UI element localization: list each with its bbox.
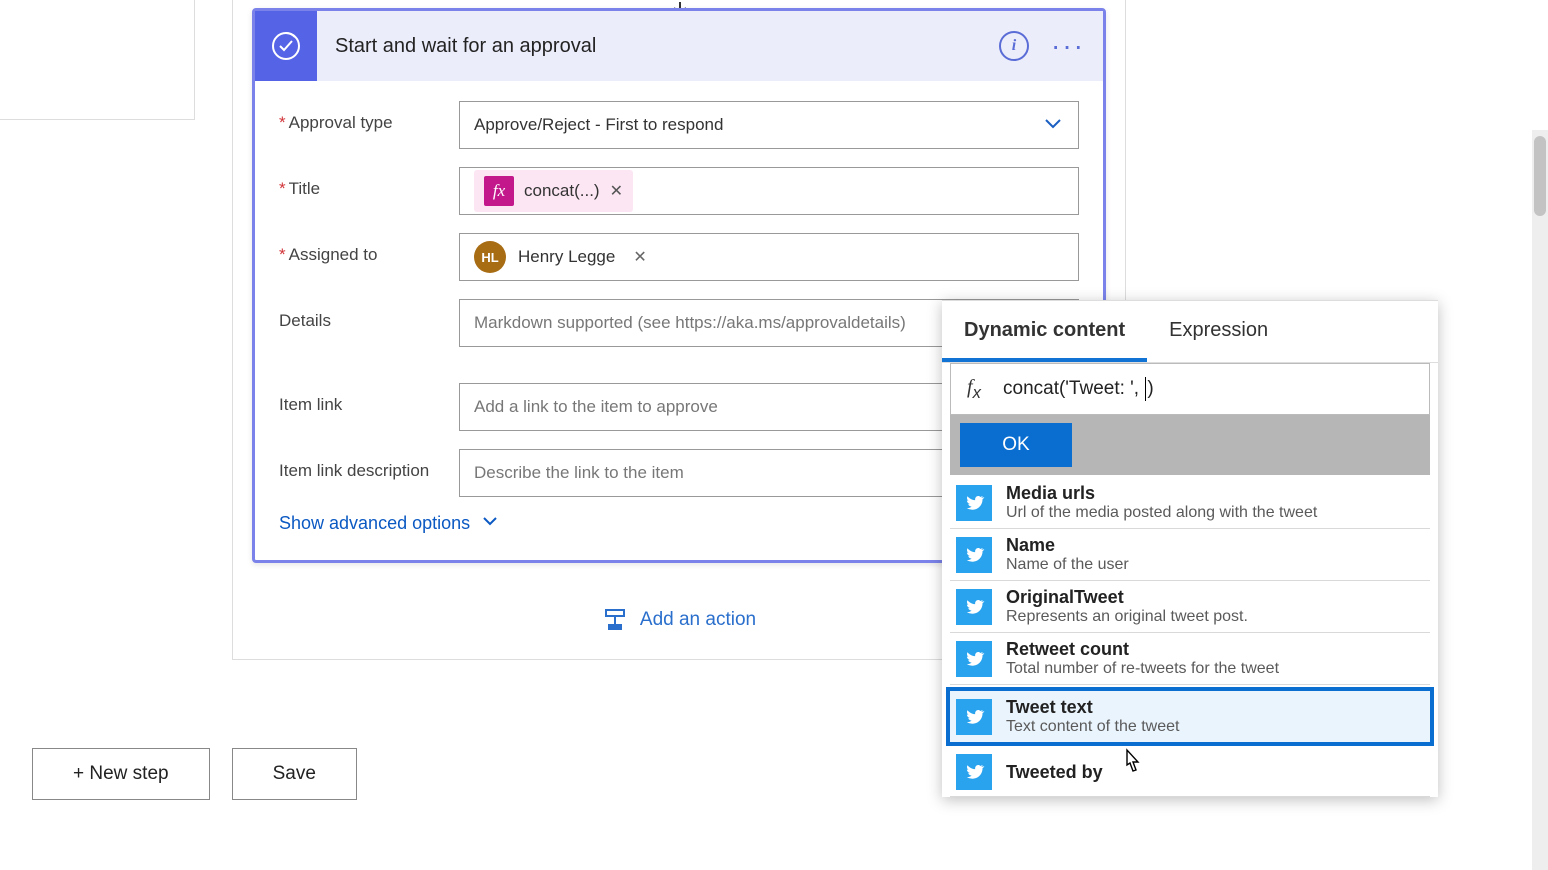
item-link-desc-label: Item link description — [279, 461, 429, 480]
fx-icon: fx — [951, 376, 997, 403]
scrollbar[interactable] — [1532, 130, 1548, 870]
avatar: HL — [474, 241, 506, 273]
dynamic-content-item[interactable]: OriginalTweetRepresents an original twee… — [950, 581, 1430, 633]
dc-item-desc: Represents an original tweet post. — [1006, 608, 1248, 626]
item-link-label: Item link — [279, 395, 342, 414]
assigned-to-row: *Assigned to HL Henry Legge ✕ — [279, 233, 1079, 281]
dynamic-content-item[interactable]: Retweet countTotal number of re-tweets f… — [950, 633, 1430, 685]
scrollbar-thumb[interactable] — [1534, 136, 1546, 216]
dc-item-title: Retweet count — [1006, 639, 1279, 660]
approval-type-label: Approval type — [289, 113, 393, 132]
save-button[interactable]: Save — [232, 748, 357, 800]
show-advanced-options-link[interactable]: Show advanced options — [279, 507, 500, 542]
twitter-icon — [956, 485, 992, 521]
info-icon[interactable]: i — [999, 31, 1029, 61]
left-panel-fragment — [0, 0, 195, 120]
dc-item-desc: Total number of re-tweets for the tweet — [1006, 660, 1279, 678]
item-link-placeholder: Add a link to the item to approve — [474, 397, 718, 417]
dynamic-content-list: Media urlsUrl of the media posted along … — [942, 475, 1438, 797]
expression-text: concat('Tweet: ', ) — [997, 377, 1429, 401]
twitter-icon — [956, 537, 992, 573]
dc-item-desc: Name of the user — [1006, 556, 1129, 574]
token-text: concat(...) — [524, 181, 600, 201]
details-placeholder: Markdown supported (see https://aka.ms/a… — [474, 313, 906, 333]
assigned-to-label: Assigned to — [289, 245, 378, 264]
twitter-icon — [956, 754, 992, 790]
approval-type-select[interactable]: Approve/Reject - First to respond — [459, 101, 1079, 149]
expression-input-row[interactable]: fx concat('Tweet: ', ) — [950, 363, 1430, 415]
title-label: Title — [289, 179, 321, 198]
approval-type-value: Approve/Reject - First to respond — [474, 115, 723, 135]
add-action-label: Add an action — [640, 609, 756, 631]
card-title: Start and wait for an approval — [317, 35, 999, 58]
dc-item-desc: Text content of the tweet — [1006, 718, 1179, 736]
dynamic-content-popup: Dynamic content Expression fx concat('Tw… — [942, 300, 1438, 797]
twitter-icon — [956, 699, 992, 735]
card-menu-button[interactable]: ··· — [1051, 30, 1085, 62]
approval-type-row: *Approval type Approve/Reject - First to… — [279, 101, 1079, 149]
footer-bar: + New step Save — [32, 748, 357, 800]
dc-item-title: Tweet text — [1006, 697, 1179, 718]
dc-item-title: Name — [1006, 535, 1129, 556]
person-chip[interactable]: HL Henry Legge ✕ — [474, 241, 647, 273]
person-name: Henry Legge — [518, 247, 615, 267]
person-remove-icon[interactable]: ✕ — [633, 247, 646, 267]
chevron-down-icon — [1042, 112, 1064, 139]
twitter-icon — [956, 589, 992, 625]
dynamic-content-item[interactable]: Media urlsUrl of the media posted along … — [950, 477, 1430, 529]
dc-item-title: OriginalTweet — [1006, 587, 1248, 608]
advanced-label: Show advanced options — [279, 513, 470, 534]
dynamic-content-item[interactable]: NameName of the user — [950, 529, 1430, 581]
card-header[interactable]: Start and wait for an approval i ··· — [255, 11, 1103, 81]
title-row: *Title fx concat(...) ✕ — [279, 167, 1079, 215]
dc-item-desc: Url of the media posted along with the t… — [1006, 504, 1317, 522]
tab-dynamic-content[interactable]: Dynamic content — [942, 301, 1147, 362]
new-step-button[interactable]: + New step — [32, 748, 210, 800]
ok-button[interactable]: OK — [960, 423, 1072, 467]
popup-tabs: Dynamic content Expression — [942, 301, 1438, 363]
dynamic-content-item[interactable]: Tweet textText content of the tweet — [946, 687, 1434, 746]
expression-token[interactable]: fx concat(...) ✕ — [474, 170, 633, 212]
dc-item-title: Tweeted by — [1006, 762, 1103, 783]
approval-icon — [255, 11, 317, 81]
tab-expression[interactable]: Expression — [1147, 301, 1290, 362]
item-link-desc-placeholder: Describe the link to the item — [474, 463, 684, 483]
assigned-to-input[interactable]: HL Henry Legge ✕ — [459, 233, 1079, 281]
title-input[interactable]: fx concat(...) ✕ — [459, 167, 1079, 215]
fx-icon: fx — [484, 176, 514, 206]
token-remove-icon[interactable]: ✕ — [610, 181, 623, 201]
chevron-down-icon — [480, 511, 500, 536]
ok-bar: OK — [950, 415, 1430, 475]
dc-item-title: Media urls — [1006, 483, 1317, 504]
twitter-icon — [956, 641, 992, 677]
details-label: Details — [279, 311, 331, 330]
dynamic-content-item[interactable]: Tweeted by — [950, 748, 1430, 797]
add-action-icon — [602, 607, 628, 633]
